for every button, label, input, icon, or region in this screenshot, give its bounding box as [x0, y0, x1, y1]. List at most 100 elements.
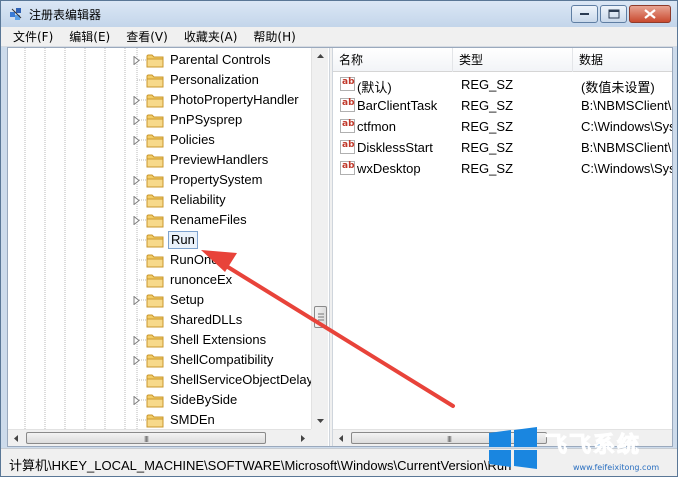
watermark: 飞飞系统 www.feifeixitong.com	[487, 425, 677, 477]
value-row[interactable]: ab (默认) REG_SZ (数值未设置)	[333, 74, 672, 95]
string-value-icon: ab	[340, 98, 355, 112]
menu-file[interactable]: 文件(F)	[5, 27, 61, 47]
chevron-right-icon[interactable]	[294, 430, 311, 446]
expand-arrow-icon[interactable]	[133, 336, 141, 345]
tree-item-label: Parental Controls	[170, 52, 271, 67]
tree-item[interactable]: Policies	[8, 130, 313, 150]
list-header: 名称 类型 数据	[333, 48, 672, 72]
tree-vscroll-thumb[interactable]	[314, 306, 327, 328]
value-data: C:\Windows\Sys	[581, 119, 672, 134]
tree-item[interactable]: Parental Controls	[8, 50, 313, 70]
expand-arrow-icon[interactable]	[133, 356, 141, 365]
window-controls	[569, 5, 671, 23]
title-bar[interactable]: 注册表编辑器	[1, 1, 677, 27]
tree-item[interactable]: PhotoPropertyHandler	[8, 90, 313, 110]
tree-item[interactable]: Shell Extensions	[8, 330, 313, 350]
chevron-left-icon[interactable]	[333, 430, 350, 446]
expand-arrow-icon[interactable]	[133, 196, 141, 205]
column-data-header[interactable]: 数据	[573, 48, 672, 72]
folder-icon	[146, 114, 164, 128]
tree-item-label: RenameFiles	[170, 212, 247, 227]
string-value-icon: ab	[340, 140, 355, 154]
tree-horizontal-scrollbar[interactable]: III	[8, 429, 311, 446]
tree-item-label: Policies	[170, 132, 215, 147]
tree-item[interactable]: PropertySystem	[8, 170, 313, 190]
minimize-button[interactable]	[571, 5, 598, 23]
tree-item[interactable]: RunOnce	[8, 250, 313, 270]
tree-item-label: RunOnce	[170, 252, 225, 267]
tree-item-label: SideBySide	[170, 392, 238, 407]
regedit-window: 注册表编辑器 文件(F) 编辑(E) 查看(V) 收藏夹(A) 帮助(H) Pa…	[0, 0, 678, 477]
tree-item[interactable]: Reliability	[8, 190, 313, 210]
folder-icon	[146, 94, 164, 108]
string-value-icon-text: ab	[342, 140, 355, 150]
value-type: REG_SZ	[461, 140, 514, 155]
tree-item-label: PnPSysprep	[170, 112, 243, 127]
tree-item[interactable]: Run	[8, 230, 313, 250]
string-value-icon-text: ab	[342, 119, 355, 129]
tree-item[interactable]: SharedDLLs	[8, 310, 313, 330]
value-type: REG_SZ	[461, 161, 514, 176]
window-title: 注册表编辑器	[29, 8, 102, 22]
scroll-down-button[interactable]	[312, 412, 329, 429]
expand-arrow-icon[interactable]	[133, 136, 141, 145]
menu-help[interactable]: 帮助(H)	[245, 27, 303, 47]
tree-item[interactable]: runonceEx	[8, 270, 313, 290]
maximize-icon	[608, 9, 619, 19]
tree-item[interactable]: Personalization	[8, 70, 313, 90]
close-button[interactable]	[629, 5, 671, 23]
tree-vertical-scrollbar[interactable]	[311, 48, 328, 429]
expand-arrow-icon[interactable]	[133, 176, 141, 185]
expand-arrow-icon[interactable]	[133, 296, 141, 305]
value-row[interactable]: ab wxDesktop REG_SZ C:\Windows\Sys	[333, 158, 672, 179]
key-tree-pane[interactable]: Parental Controls Personalization PhotoPro…	[8, 48, 329, 446]
folder-icon	[146, 174, 164, 188]
tree-item-label: PhotoPropertyHandler	[170, 92, 299, 107]
string-value-icon: ab	[340, 119, 355, 133]
menu-bar: 文件(F) 编辑(E) 查看(V) 收藏夹(A) 帮助(H)	[1, 27, 677, 47]
folder-icon	[146, 214, 164, 228]
folder-icon	[146, 294, 164, 308]
tree-hscroll-thumb[interactable]: III	[26, 432, 266, 444]
menu-edit[interactable]: 编辑(E)	[61, 27, 118, 47]
expand-arrow-icon[interactable]	[133, 96, 141, 105]
value-name: BarClientTask	[357, 98, 438, 113]
folder-icon	[146, 414, 164, 428]
tree-item-label: ShellServiceObjectDelayL	[170, 372, 321, 387]
value-name: wxDesktop	[357, 161, 421, 176]
tree-item[interactable]: SideBySide	[8, 390, 313, 410]
expand-arrow-icon[interactable]	[133, 396, 141, 405]
expand-arrow-icon[interactable]	[133, 56, 141, 65]
close-icon	[644, 9, 656, 19]
tree-item[interactable]: RenameFiles	[8, 210, 313, 230]
values-list-pane[interactable]: 名称 类型 数据 ab (默认) REG_SZ (数值未设置) ab BarClientT…	[333, 48, 672, 446]
tree-item-label: Reliability	[170, 192, 226, 207]
tree-item-label: Shell Extensions	[170, 332, 267, 347]
tree-item[interactable]: Setup	[8, 290, 313, 310]
scroll-up-button[interactable]	[312, 48, 329, 65]
chevron-left-icon[interactable]	[8, 430, 25, 446]
status-path: 计算机\HKEY_LOCAL_MACHINE\SOFTWARE\Microsof…	[9, 458, 512, 473]
chevron-down-icon	[317, 419, 324, 423]
expand-arrow-icon[interactable]	[133, 116, 141, 125]
folder-icon	[146, 314, 164, 328]
expand-arrow-icon[interactable]	[133, 216, 141, 225]
tree-item[interactable]: SMDEn	[8, 410, 313, 430]
value-row[interactable]: ab BarClientTask REG_SZ B:\NBMSClient\	[333, 95, 672, 116]
tree-item[interactable]: ShellServiceObjectDelayL	[8, 370, 320, 390]
folder-icon	[146, 234, 164, 248]
value-type: REG_SZ	[461, 98, 514, 113]
maximize-button[interactable]	[600, 5, 627, 23]
chevron-up-icon	[317, 54, 324, 58]
column-type-header[interactable]: 类型	[453, 48, 573, 72]
tree-item[interactable]: ShellCompatibility	[8, 350, 313, 370]
tree-item[interactable]: PnPSysprep	[8, 110, 313, 130]
value-row[interactable]: ab DisklessStart REG_SZ B:\NBMSClient\	[333, 137, 672, 158]
menu-view[interactable]: 查看(V)	[118, 27, 176, 47]
column-name-header[interactable]: 名称	[333, 48, 453, 72]
tree-item[interactable]: PreviewHandlers	[8, 150, 313, 170]
value-data: (数值未设置)	[581, 80, 655, 95]
value-row[interactable]: ab ctfmon REG_SZ C:\Windows\Sys	[333, 116, 672, 137]
menu-favorites[interactable]: 收藏夹(A)	[176, 27, 246, 47]
tree-item-label: SMDEn	[170, 412, 215, 427]
